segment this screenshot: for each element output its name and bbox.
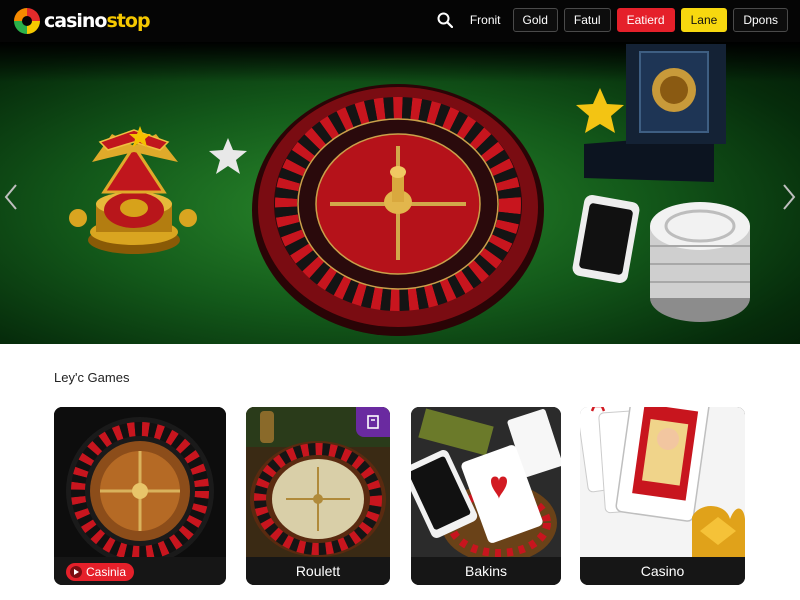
nav-button-eatierd[interactable]: Eatierd: [616, 8, 675, 32]
hero-casino-scene: [69, 44, 750, 336]
play-icon: [70, 566, 82, 579]
search-icon: [437, 12, 453, 28]
card-caption: Bakins: [411, 557, 561, 585]
top-header: casinostop Fronit Gold Fatul Eatierd Lan…: [0, 0, 800, 42]
gold-crown-trophy-icon: [69, 126, 197, 254]
nav-link-fronit[interactable]: Fronit: [464, 8, 507, 32]
section-title: Ley'c Games: [54, 370, 130, 385]
card-caption-label: Casinia: [86, 565, 127, 580]
search-button[interactable]: [434, 9, 456, 31]
roulette-thumbnail: [54, 407, 226, 557]
nav-button-dpons[interactable]: Dpons: [733, 8, 788, 32]
card-caption: Roulett: [246, 557, 390, 585]
playing-cards-thumbnail: [580, 407, 745, 557]
hero-next-arrow[interactable]: [778, 182, 798, 212]
poker-chip-stack-graphic: [650, 202, 750, 322]
hero-prev-arrow[interactable]: [2, 182, 22, 212]
white-star-icon: [209, 138, 247, 174]
brand-name-part1: casino: [44, 10, 107, 32]
hero-banner[interactable]: [0, 42, 800, 344]
nav-button-fatul[interactable]: Fatul: [563, 8, 611, 32]
smartphone-graphic: [572, 195, 640, 283]
main-nav: Fronit Gold Fatul Eatierd Lane Dpons: [434, 8, 788, 32]
brand-name: casinostop: [44, 10, 151, 32]
logo-chip-icon: [14, 8, 40, 34]
brand-logo[interactable]: casinostop: [14, 6, 151, 36]
mobile-cards-thumbnail: [411, 407, 561, 557]
bookmark-icon: [367, 415, 379, 429]
game-card-casinia[interactable]: Casinia: [54, 407, 226, 585]
brand-name-part2: stop: [106, 10, 151, 32]
nav-button-gold[interactable]: Gold: [512, 8, 558, 32]
game-card-roulett[interactable]: Roulett: [246, 407, 390, 585]
roulette-wheel-graphic: [252, 84, 544, 336]
card-caption: Casino: [580, 557, 745, 585]
bookmark-badge[interactable]: [356, 407, 390, 437]
caption-pill: Casinia: [66, 563, 135, 582]
game-card-bakins[interactable]: Bakins: [411, 407, 561, 585]
chevron-left-icon: [4, 184, 17, 210]
card-caption: Casinia: [54, 557, 226, 585]
nav-button-lane[interactable]: Lane: [680, 8, 728, 32]
chevron-right-icon: [783, 184, 796, 210]
gold-star-icon: [576, 88, 624, 133]
game-card-casino[interactable]: Casino: [580, 407, 745, 585]
